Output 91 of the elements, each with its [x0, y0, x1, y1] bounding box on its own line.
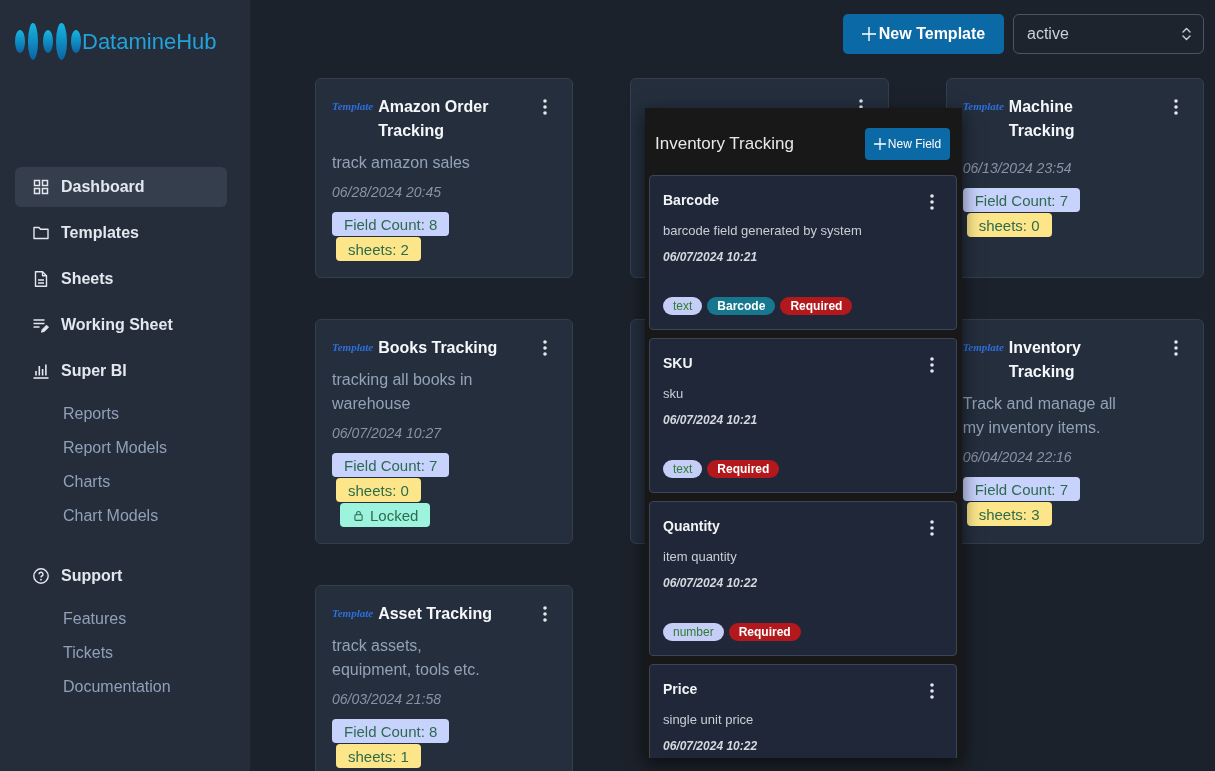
more-vertical-icon[interactable]	[543, 606, 548, 622]
template-card[interactable]: Template Books Tracking tracking all books in warehouse 06/07/2024 10:27 Field Count: 7 sheets: 0 Locked	[315, 319, 574, 544]
dialog-title: Inventory Tracking	[655, 134, 794, 154]
sidebar-item[interactable]: Working Sheet	[15, 305, 227, 345]
sheets-badge: sheets: 1	[336, 744, 421, 768]
template-date: 06/13/2024 23:54	[962, 159, 1073, 178]
more-vertical-icon[interactable]	[930, 520, 934, 536]
bar-chart-icon	[33, 363, 49, 379]
sidebar-subitem[interactable]: Report Models	[15, 431, 227, 465]
field-count-badge: Field Count: 8	[332, 212, 450, 236]
script-logo: Template	[962, 340, 1004, 355]
required-tag: Required	[728, 623, 801, 641]
field-description: barcode field generated by system	[663, 222, 863, 240]
field-count-badge: Field Count: 7	[962, 188, 1081, 212]
field-count-badge: Field Count: 8	[332, 719, 450, 743]
document-icon	[33, 271, 49, 287]
template-description: track assets, equipment, tools etc.	[332, 637, 480, 678]
template-title: Asset Tracking	[378, 604, 492, 624]
chevron-up-down-icon	[1182, 27, 1191, 41]
field-count-badge: Field Count: 7	[332, 453, 450, 477]
field-description: item quantity	[663, 548, 738, 566]
more-vertical-icon[interactable]	[930, 194, 934, 210]
more-vertical-icon[interactable]	[1174, 99, 1178, 115]
field-date: 06/07/2024 10:22	[663, 575, 759, 591]
plus-icon	[861, 27, 876, 41]
template-title: Inventory Tracking	[1008, 338, 1082, 382]
template-title: Amazon Order Tracking	[378, 97, 490, 141]
type-tag: text	[663, 460, 703, 478]
grid-icon	[33, 179, 49, 195]
sidebar-subitem[interactable]: Charts	[15, 465, 227, 499]
sidebar-item[interactable]: Dashboard	[15, 167, 227, 207]
sheets-badge: sheets: 3	[966, 502, 1052, 526]
sheets-badge: sheets: 0	[966, 213, 1052, 237]
script-logo: Template	[332, 99, 374, 114]
new-template-button[interactable]: New Template	[843, 14, 1004, 54]
sidebar-item[interactable]: Templates	[15, 213, 227, 253]
sidebar-item[interactable]: Support	[15, 556, 227, 596]
list-edit-icon	[33, 317, 49, 333]
logo-text: DatamineHub	[82, 28, 217, 55]
template-description: track amazon sales	[332, 154, 470, 171]
badge-label: Locked	[370, 506, 419, 524]
help-icon	[33, 568, 49, 584]
folder-icon	[33, 225, 49, 241]
field-count-badge: Field Count: 7	[962, 477, 1081, 501]
barcode-tag: Barcode	[707, 297, 776, 315]
template-description: Track and manage all my inventory items.	[962, 395, 1116, 436]
sidebar-subitem[interactable]: Tickets	[15, 636, 227, 670]
template-title: Books Tracking	[378, 338, 498, 358]
script-logo: Template	[332, 606, 374, 621]
more-vertical-icon[interactable]	[543, 99, 548, 115]
template-date: 06/04/2024 22:16	[962, 448, 1073, 467]
more-vertical-icon[interactable]	[930, 357, 934, 373]
template-date: 06/28/2024 20:45	[332, 183, 442, 202]
field-date: 06/07/2024 10:21	[663, 412, 759, 428]
required-tag: Required	[707, 460, 780, 478]
field-description: sku	[663, 385, 685, 403]
field-date: 06/07/2024 10:21	[663, 249, 759, 265]
field-name: Quantity	[663, 517, 720, 535]
more-vertical-icon[interactable]	[930, 683, 934, 699]
sheets-badge: sheets: 2	[336, 237, 421, 261]
new-field-button[interactable]: New Field	[865, 128, 950, 160]
template-card[interactable]: Template Amazon Order Tracking track amazon sales 06/28/2024 20:45 Field Count: 8 sheets: 2	[315, 78, 574, 278]
field-date: 06/07/2024 10:22	[663, 738, 759, 754]
lock-icon	[354, 509, 363, 521]
sidebar-subitem[interactable]: Chart Models	[15, 499, 227, 533]
template-card[interactable]: Template Machine Tracking 06/13/2024 23:54 Field Count: 7 sheets: 0	[945, 78, 1204, 278]
sidebar-subitem[interactable]: Documentation	[15, 670, 227, 704]
sidebar-item[interactable]: Super BI	[15, 351, 227, 391]
field-name: Price	[663, 680, 698, 698]
sheets-badge: sheets: 0	[336, 478, 421, 502]
template-date: 06/07/2024 10:27	[332, 424, 443, 443]
field-description: single unit price	[663, 711, 755, 729]
script-logo: Template	[332, 340, 374, 355]
field-name: SKU	[663, 354, 693, 372]
plus-icon	[873, 138, 886, 150]
sidebar-item[interactable]: Sheets	[15, 259, 227, 299]
template-card[interactable]: Template Asset Tracking track assets, equipment, tools etc. 06/03/2024 21:58 Field Count: 8 sheets: 1	[315, 585, 574, 771]
field-name: Barcode	[663, 191, 720, 209]
logo-icon	[15, 23, 81, 60]
more-vertical-icon[interactable]	[543, 340, 548, 356]
required-tag: Required	[780, 297, 853, 315]
script-logo: Template	[962, 99, 1004, 114]
sidebar-subitem[interactable]: Reports	[15, 397, 227, 431]
template-description: tracking all books in warehouse	[332, 371, 473, 412]
template-title: Machine Tracking	[1008, 97, 1076, 141]
template-date: 06/03/2024 21:58	[332, 690, 442, 709]
type-tag: text	[663, 297, 703, 315]
sidebar-subitem[interactable]: Features	[15, 602, 227, 636]
status-select[interactable]: active	[1013, 14, 1204, 54]
type-tag: number	[663, 623, 724, 641]
more-vertical-icon[interactable]	[1174, 340, 1178, 356]
